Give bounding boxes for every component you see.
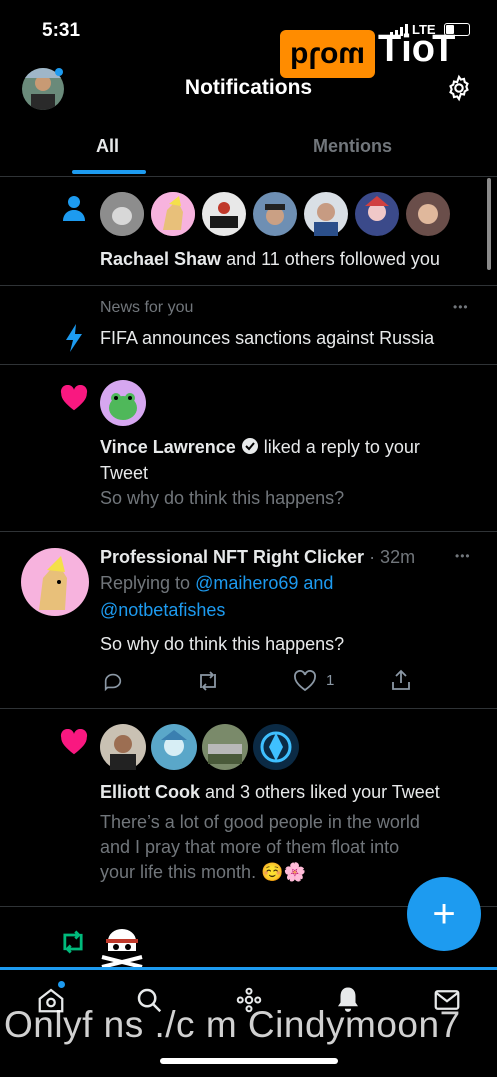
- liked-tweet-preview: So why do think this happens?: [100, 488, 345, 508]
- mention-link[interactable]: @notbetafishes: [100, 598, 225, 623]
- liked-tweet-preview-line1: There’s a lot of good people in the worl…: [100, 812, 420, 832]
- page-title: Notifications: [184, 76, 313, 99]
- status-time: 5:31: [42, 20, 81, 41]
- like-notification[interactable]: Elliott Cook and 3 others liked your Twe…: [0, 709, 497, 905]
- like-icon[interactable]: [293, 670, 317, 697]
- follower-avatar[interactable]: [100, 192, 144, 236]
- follow-notification[interactable]: Rachael Shaw and 11 others followed you: [0, 177, 497, 285]
- follower-avatar[interactable]: [202, 192, 246, 236]
- follower-name[interactable]: Rachael Shaw: [100, 249, 221, 269]
- liked-tweet-preview-line3: your life this month. ☺️🌸: [100, 862, 306, 882]
- watermark-bottom-text: Onlyf ns ./c m Cindymoon7: [4, 1004, 461, 1045]
- news-notification[interactable]: News for you ••• FIFA announces sanction…: [0, 286, 497, 364]
- tweet-author-avatar[interactable]: [21, 548, 89, 616]
- liker-name[interactable]: Elliott Cook: [100, 782, 200, 802]
- liked-tweet-preview-line2: and I pray that more of them float into: [100, 837, 400, 857]
- follow-text: Rachael Shaw and 11 others followed you: [100, 247, 440, 272]
- compose-tweet-button[interactable]: +: [407, 877, 481, 951]
- liker-avatar[interactable]: [202, 724, 248, 770]
- follow-action-text: and 11 others followed you: [221, 249, 440, 269]
- like-action-text: liked a reply to your: [258, 437, 420, 457]
- follower-avatar[interactable]: [355, 192, 399, 236]
- avatar-notification-dot: [55, 68, 63, 76]
- verified-badge-icon: [241, 437, 259, 462]
- follower-avatar[interactable]: [151, 192, 195, 236]
- tab-all[interactable]: All: [96, 136, 119, 157]
- liker-avatar[interactable]: [100, 380, 146, 426]
- watermark-badge: moɿq: [280, 30, 375, 78]
- watermark-top-text: ToiT: [378, 28, 456, 70]
- liker-name[interactable]: Vince Lawrence: [100, 437, 236, 457]
- tweet[interactable]: Professional NFT Right Clicker · 32m •••…: [0, 532, 497, 708]
- follower-avatar[interactable]: [253, 192, 297, 236]
- lightning-icon: [64, 324, 84, 357]
- retweet-icon[interactable]: [196, 670, 220, 697]
- likes-text: Elliott Cook and 3 others liked your Twe…: [100, 780, 440, 805]
- liker-avatar[interactable]: [100, 724, 146, 770]
- reply-icon[interactable]: [102, 670, 124, 697]
- bottom-nav-divider: [0, 967, 497, 970]
- liker-avatar[interactable]: [253, 724, 299, 770]
- tweet-body: So why do think this happens?: [100, 634, 345, 654]
- tab-mentions[interactable]: Mentions: [313, 136, 392, 157]
- active-tab-indicator: [72, 170, 146, 174]
- heart-icon: [60, 728, 88, 760]
- like-notification[interactable]: Vince Lawrence liked a reply to your Twe…: [0, 365, 497, 531]
- follower-avatar[interactable]: [304, 192, 348, 236]
- like-count: 1: [326, 672, 335, 689]
- person-icon: [62, 195, 86, 226]
- tweet-time: · 32m: [364, 547, 416, 567]
- retweet-icon: [59, 929, 87, 960]
- like-action-text-2: Tweet: [100, 463, 149, 483]
- more-options-icon[interactable]: •••: [455, 549, 471, 563]
- retweeter-avatar[interactable]: [100, 927, 144, 972]
- news-headline: FIFA announces sanctions against Russia: [100, 328, 435, 348]
- tweet-author-name[interactable]: Professional NFT Right Clicker: [100, 547, 364, 567]
- follower-avatar[interactable]: [406, 192, 450, 236]
- settings-gear-icon[interactable]: [445, 74, 473, 102]
- replying-prefix: Replying to: [100, 573, 196, 593]
- heart-icon: [60, 384, 88, 416]
- like-text: Vince Lawrence liked a reply to your: [100, 435, 420, 462]
- likes-action-text: and 3 others liked your Tweet: [200, 782, 440, 802]
- home-notification-dot: [58, 981, 65, 988]
- home-indicator[interactable]: [160, 1058, 338, 1064]
- news-label: News for you: [100, 299, 194, 316]
- mention-link[interactable]: @maihero69 and: [195, 573, 333, 593]
- liker-avatar[interactable]: [151, 724, 197, 770]
- share-icon[interactable]: [389, 668, 413, 697]
- more-options-icon[interactable]: •••: [453, 300, 469, 314]
